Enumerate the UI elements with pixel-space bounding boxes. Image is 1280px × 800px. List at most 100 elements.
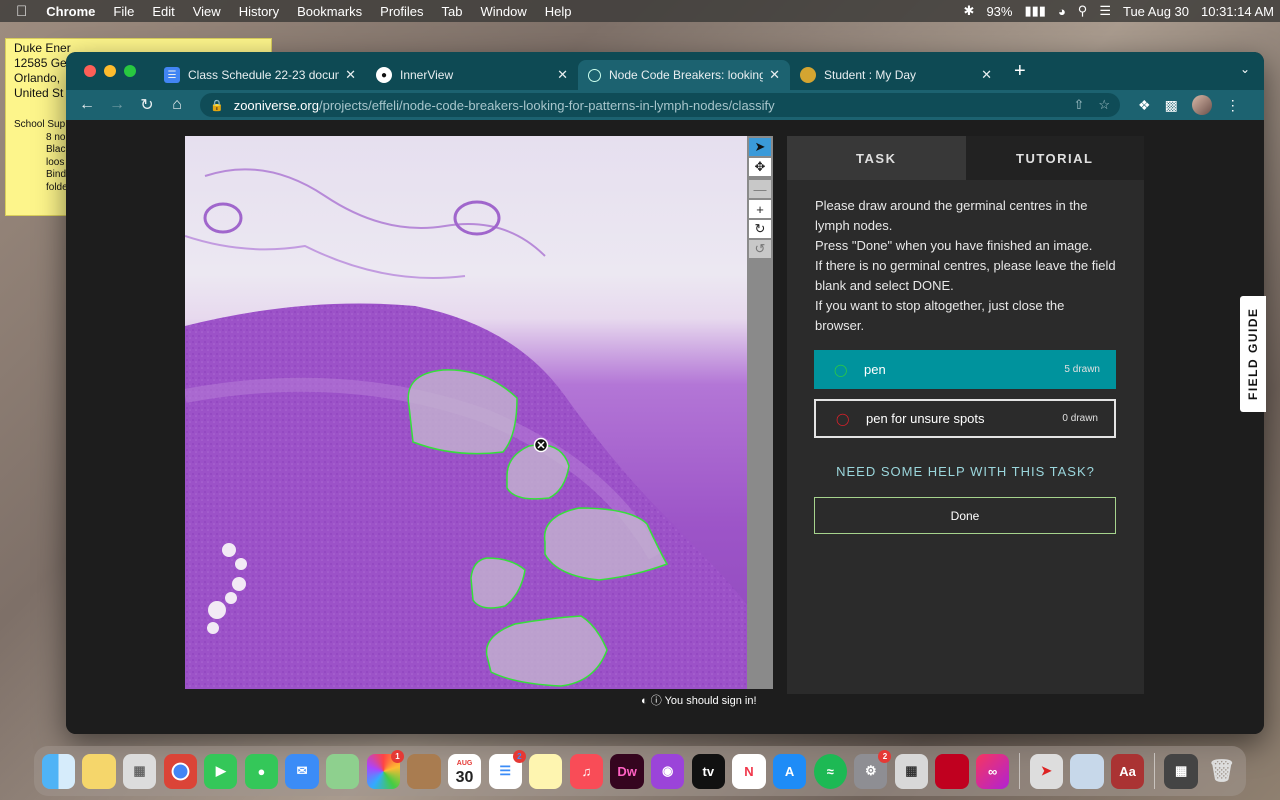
zoom-window-button[interactable] [124, 65, 136, 77]
calendar-day: 30 [455, 769, 474, 786]
close-tab-icon[interactable]: ✕ [345, 67, 356, 83]
news-icon[interactable]: N [732, 753, 766, 789]
wifi-icon[interactable]: ◕ [1058, 4, 1066, 19]
control-center-icon[interactable]: ☰ [1099, 3, 1111, 19]
annotate-cursor-icon[interactable]: ➤ [749, 138, 771, 156]
minimize-window-button[interactable] [104, 65, 116, 77]
chrome-icon[interactable] [163, 753, 197, 789]
invert-contrast-icon[interactable]: ◐ [641, 695, 648, 707]
tool-count: 5 drawn [1064, 364, 1100, 375]
side-panel-icon[interactable]: ▩ [1165, 97, 1178, 114]
pan-move-icon[interactable]: ✥ [749, 158, 771, 176]
back-icon[interactable]: ← [72, 96, 102, 114]
clock-time[interactable]: 10:31:14 AM [1201, 4, 1274, 19]
photos-icon[interactable]: 1 [366, 749, 404, 789]
creative-cloud-icon[interactable]: ∞ [976, 753, 1010, 789]
dreamweaver-icon[interactable]: Dw [610, 753, 644, 789]
tab-tutorial[interactable]: TUTORIAL [965, 136, 1144, 180]
bookmark-star-icon[interactable]: ☆ [1098, 97, 1110, 113]
spotify-icon[interactable]: ≈ [813, 753, 847, 789]
share-icon[interactable]: ⇧ [1073, 97, 1084, 113]
close-tab-icon[interactable]: ✕ [557, 67, 568, 83]
tab-student-my-day[interactable]: Student : My Day ✕ [790, 60, 1002, 90]
rotate-icon[interactable]: ↻ [749, 220, 771, 238]
calculator-icon[interactable]: ▦ [894, 753, 929, 789]
tab-search-chevron-icon[interactable]: ⌄ [1240, 62, 1250, 76]
close-window-button[interactable] [84, 65, 96, 77]
done-button[interactable]: Done [814, 497, 1116, 534]
viewer-toolbar: ➤ ✥ — + ↻ ↺ [747, 136, 773, 689]
notes-icon[interactable] [529, 753, 563, 789]
calendar-icon[interactable]: AUG 30 [447, 753, 482, 789]
close-tab-icon[interactable]: ✕ [981, 67, 992, 83]
finder-icon[interactable] [41, 753, 75, 789]
tab-node-code-breakers[interactable]: Node Code Breakers: looking fo ✕ [578, 60, 790, 90]
messages-icon[interactable]: ● [244, 753, 279, 789]
bluetooth-icon[interactable]: ✱ [964, 3, 975, 19]
maps-icon[interactable] [326, 753, 360, 789]
reminders-icon[interactable]: ☰ 2 [488, 749, 526, 789]
menu-view[interactable]: View [184, 4, 230, 19]
task-panel: TASK TUTORIAL Please draw around the ger… [787, 136, 1144, 694]
launchpad-icon[interactable]: ▦ [122, 753, 157, 789]
zoom-out-icon[interactable]: — [749, 180, 771, 198]
menu-edit[interactable]: Edit [143, 4, 183, 19]
pen-tool-button[interactable]: ◯ pen 5 drawn [814, 350, 1116, 389]
address-bar[interactable]: 🔒 zooniverse.org /projects/effeli/node-c… [200, 93, 1120, 117]
app-menu-chrome[interactable]: Chrome [37, 4, 104, 19]
extensions-puzzle-icon[interactable]: ❖ [1138, 97, 1151, 114]
menu-tab[interactable]: Tab [433, 4, 472, 19]
new-tab-icon[interactable]: + [1014, 60, 1026, 83]
reload-icon[interactable]: ↻ [132, 95, 162, 115]
info-icon[interactable]: ⓘ [651, 695, 662, 707]
mail-icon[interactable]: ✉ [285, 753, 319, 789]
lock-icon[interactable]: 🔒 [210, 99, 224, 112]
preview-window-icon[interactable] [1070, 753, 1104, 789]
more-menu-icon[interactable]: ⋮ [1226, 97, 1240, 114]
trash-icon[interactable]: 🗑 [1205, 754, 1238, 789]
music-icon[interactable]: ♫ [569, 753, 604, 789]
profile-avatar[interactable] [1191, 95, 1212, 115]
forward-icon[interactable]: → [102, 96, 132, 114]
menu-bookmarks[interactable]: Bookmarks [288, 4, 371, 19]
app-store-icon[interactable]: A [772, 753, 807, 789]
help-link[interactable]: NEED SOME HELP WITH THIS TASK? [787, 464, 1144, 479]
tab-innerview[interactable]: ● InnerView ✕ [366, 60, 578, 90]
spotlight-search-icon[interactable]: ⚲ [1078, 3, 1088, 19]
safari-like-icon[interactable]: ➤ [1029, 753, 1063, 789]
battery-icon[interactable]: ▮▮▮ [1024, 3, 1045, 19]
sign-in-notice: ◐ ⓘ You should sign in! [641, 692, 757, 708]
subject-image[interactable] [185, 136, 748, 689]
zooniverse-icon [588, 68, 601, 82]
pen-unsure-tool-button[interactable]: ◯ pen for unsure spots 0 drawn [814, 399, 1116, 438]
tab-class-schedule[interactable]: ☰ Class Schedule 22-23 docume ✕ [154, 60, 366, 90]
downloads-stack-icon[interactable]: ▦ [1164, 753, 1198, 789]
reset-view-icon[interactable]: ↺ [749, 240, 771, 258]
contacts-icon[interactable] [407, 753, 441, 789]
home-icon[interactable]: ⌂ [162, 96, 192, 114]
clock-date[interactable]: Tue Aug 30 [1123, 4, 1189, 19]
page-content: ➤ ✥ — + ↻ ↺ ◐ ⓘ You should sign in! TASK… [66, 120, 1264, 734]
field-guide-button[interactable]: FIELD GUIDE [1240, 296, 1266, 412]
menu-window[interactable]: Window [472, 4, 536, 19]
facetime-icon[interactable]: ▶ [204, 753, 238, 789]
tab-task[interactable]: TASK [787, 136, 966, 180]
battery-percent[interactable]: 93% [986, 4, 1012, 19]
close-tab-icon[interactable]: ✕ [769, 67, 780, 83]
menu-file[interactable]: File [104, 4, 143, 19]
dock-separator [1153, 753, 1155, 789]
podcasts-icon[interactable]: ◉ [651, 753, 685, 789]
zoom-in-icon[interactable]: + [749, 200, 771, 218]
apple-tv-icon[interactable]: tv [691, 753, 725, 789]
menu-help[interactable]: Help [536, 4, 581, 19]
apple-menu-icon[interactable]:  [0, 3, 37, 20]
menu-history[interactable]: History [230, 4, 288, 19]
instruction-line: If there is no germinal centres, please … [815, 258, 1116, 293]
instruction-line: Press "Done" when you have finished an i… [815, 238, 1093, 253]
student-icon [800, 67, 816, 83]
dictionary-icon[interactable]: Aa [1110, 753, 1145, 789]
notes-stickies-icon[interactable] [82, 753, 116, 789]
system-preferences-icon[interactable]: ⚙ 2 [854, 749, 892, 789]
menu-profiles[interactable]: Profiles [371, 4, 432, 19]
photo-booth-icon[interactable] [935, 753, 969, 789]
